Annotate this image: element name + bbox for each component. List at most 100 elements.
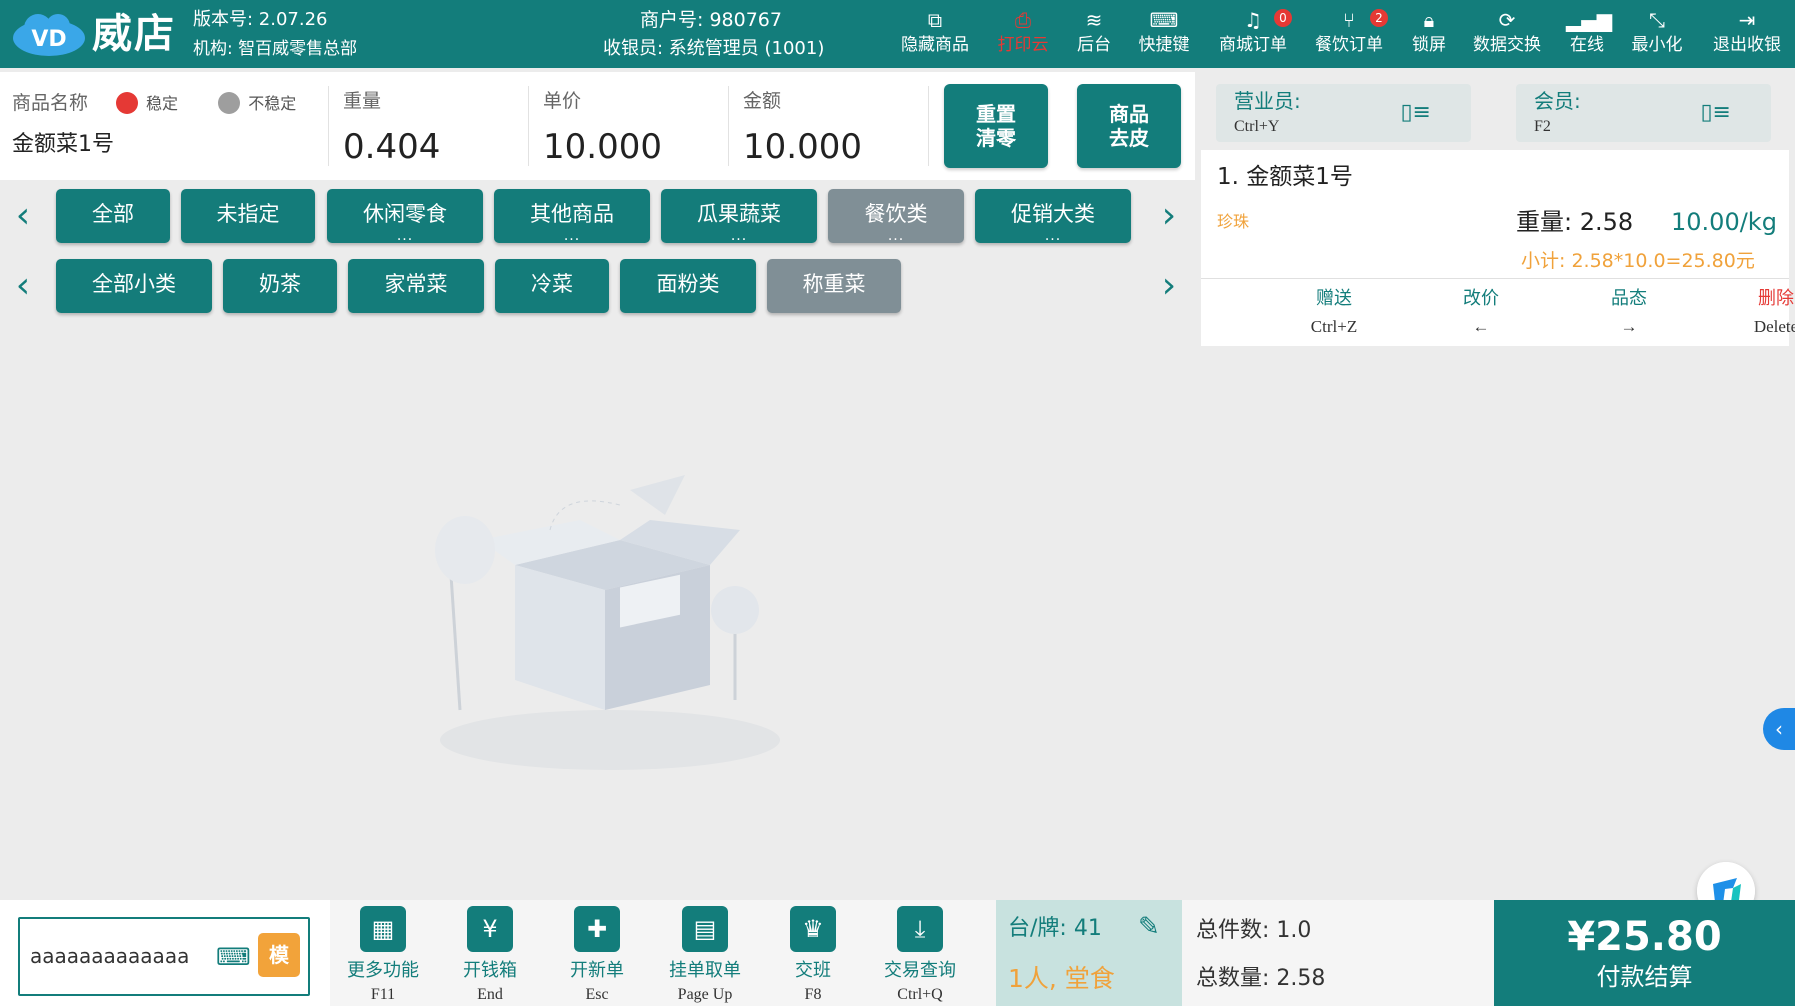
subcategory-flour[interactable]: 面粉类 xyxy=(620,259,756,313)
gift-button[interactable]: 赠送 Ctrl+Z xyxy=(1274,286,1394,342)
divider xyxy=(1201,278,1789,279)
print-icon: ⎙ xyxy=(1015,8,1031,32)
product-name-label: 商品名称 xyxy=(12,92,89,114)
category-fruits-veg[interactable]: 瓜果蔬菜... xyxy=(661,189,817,243)
order-item-weight: 重量: 2.58 xyxy=(1516,208,1634,236)
subcategory-next-arrow[interactable]: › xyxy=(1154,266,1184,306)
cashier-name: 收银员: 系统管理员 (1001) xyxy=(603,38,825,59)
tare-button[interactable]: 商品 去皮 xyxy=(1077,84,1181,168)
weight-label: 重量 xyxy=(343,90,382,112)
stability-indicator: 稳定 不稳定 xyxy=(116,92,296,116)
price-col: 单价 10.000 xyxy=(543,84,723,168)
data-exchange-button[interactable]: ⟳ 数据交换 xyxy=(1470,6,1544,62)
hold-retrieve-button[interactable]: ▤ 挂单取单 Page Up xyxy=(655,906,755,1006)
order-item-name: 1. 金额菜1号 xyxy=(1217,164,1353,190)
subcategory-all[interactable]: 全部小类 xyxy=(56,259,212,313)
amount-value: 10.000 xyxy=(743,127,862,167)
category-promo[interactable]: 促销大类... xyxy=(975,189,1131,243)
change-price-button[interactable]: 改价 ← xyxy=(1421,286,1541,342)
edit-icon[interactable]: ✎ xyxy=(1138,912,1160,942)
new-order-button[interactable]: ✚ 开新单 Esc xyxy=(547,906,647,1006)
subcategory-cold-dishes[interactable]: 冷菜 xyxy=(495,259,609,313)
barcode-input[interactable] xyxy=(30,941,200,971)
minimize-button[interactable]: ⤡ 最小化 xyxy=(1628,6,1686,62)
price-value: 10.000 xyxy=(543,127,662,167)
side-panel-toggle[interactable]: ‹ xyxy=(1763,708,1795,750)
total-items: 总件数: 1.0 xyxy=(1196,918,1312,943)
keyboard-icon: ⌨ xyxy=(1149,8,1179,32)
transaction-query-button[interactable]: ⤓ 交易查询 Ctrl+Q xyxy=(870,906,970,1006)
checkout-button[interactable]: ¥25.80 付款结算 xyxy=(1494,900,1795,1006)
member-card[interactable]: 会员: F2 ▯≡ xyxy=(1516,84,1771,142)
unstable-dot xyxy=(218,92,241,114)
merchant-id: 商户号: 980767 xyxy=(640,9,782,31)
subcategory-home-dishes[interactable]: 家常菜 xyxy=(348,259,484,313)
open-cashbox-button[interactable]: ¥ 开钱箱 End xyxy=(440,906,540,1006)
svg-text:VD: VD xyxy=(31,27,66,52)
scale-panel: 商品名称 稳定 不稳定 金额菜1号 重量 0.404 单价 10.000 金额 … xyxy=(0,72,1195,180)
version-text: 版本号: 2.07.26 xyxy=(193,9,328,30)
hide-products-button[interactable]: ⧉ 隐藏商品 xyxy=(898,6,972,62)
top-header: VD 威店 版本号: 2.07.26 机构: 智百威零售总部 商户号: 9807… xyxy=(0,0,1795,68)
dining-orders-button[interactable]: ⑂ 2 餐饮订单 xyxy=(1312,6,1388,62)
total-quantity: 总数量: 2.58 xyxy=(1196,966,1326,991)
order-item-tag: 珍珠 xyxy=(1217,212,1250,231)
new-order-icon: ✚ xyxy=(574,906,620,952)
lock-screen-button[interactable]: 🔒︎ 锁屏 xyxy=(1408,6,1450,62)
salesperson-card[interactable]: 营业员: Ctrl+Y ▯≡ xyxy=(1216,84,1471,142)
grid-icon: ▦ xyxy=(360,906,406,952)
shift-handover-button[interactable]: ♛ 交班 F8 xyxy=(763,906,863,1006)
empty-state-illustration xyxy=(435,475,780,770)
category-dining[interactable]: 餐饮类... xyxy=(828,189,964,243)
select-list-icon[interactable]: ▯≡ xyxy=(1700,100,1731,126)
category-prev-arrow[interactable]: ‹ xyxy=(8,196,38,236)
subcategory-weighed[interactable]: 称重菜 xyxy=(767,259,901,313)
totals-box: 总件数: 1.0 总数量: 2.58 xyxy=(1182,900,1494,1006)
amount-col: 金额 10.000 xyxy=(743,84,923,168)
exit-cashier-button[interactable]: ⇥ 退出收银 xyxy=(1710,6,1784,62)
delete-item-button[interactable]: 删除 Delete xyxy=(1716,286,1795,342)
category-unassigned[interactable]: 未指定 xyxy=(181,189,315,243)
subcategory-milk-tea[interactable]: 奶茶 xyxy=(223,259,337,313)
category-other[interactable]: 其他商品... xyxy=(494,189,650,243)
price-label: 单价 xyxy=(543,90,582,112)
minimize-icon: ⤡ xyxy=(1649,8,1665,32)
dining-orders-badge: 2 xyxy=(1370,9,1388,27)
select-list-icon[interactable]: ▯≡ xyxy=(1400,100,1431,126)
salesperson-label: 营业员: xyxy=(1234,89,1301,113)
keyboard-icon[interactable]: ⌨ xyxy=(216,943,251,971)
mall-orders-button[interactable]: ♫ 0 商城订单 xyxy=(1216,6,1292,62)
shortcuts-button[interactable]: ⌨ 快捷键 xyxy=(1132,6,1196,62)
weight-value: 0.404 xyxy=(343,127,441,167)
item-status-button[interactable]: 品态 → xyxy=(1569,286,1689,342)
category-snacks[interactable]: 休闲零食... xyxy=(327,189,483,243)
product-name: 金额菜1号 xyxy=(12,132,114,157)
online-status-button[interactable]: ▂▄▆ 在线 xyxy=(1566,6,1612,62)
order-item-price: 10.00/kg xyxy=(1671,208,1777,236)
dine-type: 1人, 堂食 xyxy=(1008,964,1115,993)
divider xyxy=(928,86,929,166)
reset-zero-button[interactable]: 重置 清零 xyxy=(944,84,1048,168)
weight-col: 重量 0.404 xyxy=(343,84,513,168)
org-text: 机构: 智百威零售总部 xyxy=(193,39,358,59)
table-number: 台/牌: 41 xyxy=(1008,916,1102,941)
more-functions-button[interactable]: ▦ 更多功能 F11 xyxy=(333,906,433,1006)
fuzzy-mode-button[interactable]: 模 xyxy=(258,933,300,977)
clipboard-icon: ▤ xyxy=(682,906,728,952)
table-info-box[interactable]: 台/牌: 41 ✎ 1人, 堂食 xyxy=(996,900,1182,1006)
divider xyxy=(528,86,529,166)
category-next-arrow[interactable]: › xyxy=(1154,196,1184,236)
brand-name: 威店 xyxy=(92,11,176,57)
category-all[interactable]: 全部 xyxy=(56,189,170,243)
backoffice-button[interactable]: ≋ 后台 xyxy=(1068,6,1120,62)
salesperson-shortcut: Ctrl+Y xyxy=(1234,118,1280,135)
subcategory-prev-arrow[interactable]: ‹ xyxy=(8,266,38,306)
order-item-card[interactable]: 1. 金额菜1号 珍珠 重量: 2.58 10.00/kg 小计: 2.58*1… xyxy=(1201,150,1795,346)
exit-icon: ⇥ xyxy=(1738,8,1756,32)
divider xyxy=(728,86,729,166)
print-cloud-button[interactable]: ⎙ 打印云 xyxy=(986,6,1060,62)
download-icon: ⤓ xyxy=(897,906,943,952)
barcode-scan-box[interactable]: ⌨ 模 xyxy=(18,917,310,996)
member-shortcut: F2 xyxy=(1534,118,1551,135)
member-label: 会员: xyxy=(1534,89,1581,113)
